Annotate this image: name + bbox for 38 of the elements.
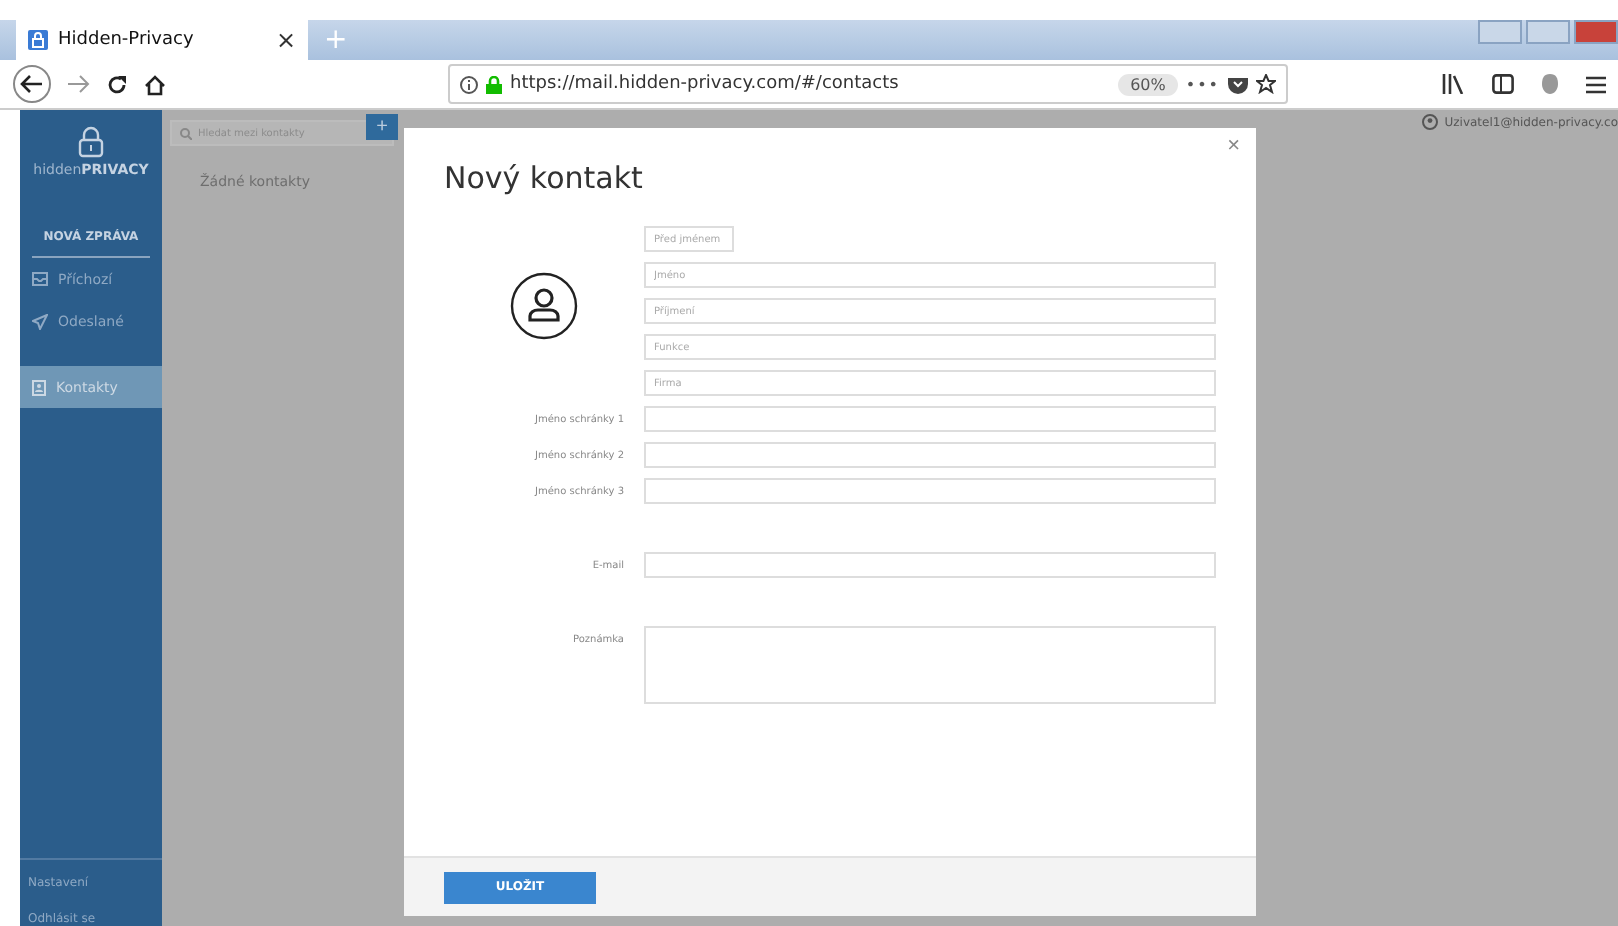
close-window-button[interactable]: [1574, 20, 1618, 44]
maximize-button[interactable]: [1526, 20, 1570, 44]
padlock-icon: [486, 75, 502, 93]
more-button[interactable]: •••: [1185, 75, 1220, 93]
input-field[interactable]: [644, 406, 1216, 432]
reload-icon[interactable]: [106, 73, 128, 95]
forward-icon[interactable]: [68, 74, 90, 94]
avatar-icon: [1422, 114, 1439, 130]
browser-tab[interactable]: Hidden-Privacy ×: [16, 20, 308, 60]
minimize-button[interactable]: [1478, 20, 1522, 44]
input-field[interactable]: [644, 478, 1216, 504]
pocket-icon[interactable]: [1228, 75, 1248, 93]
menu-icon[interactable]: [1586, 75, 1606, 93]
home-icon[interactable]: [144, 73, 166, 95]
input-field[interactable]: [644, 442, 1216, 468]
dialog-title: Nový kontakt: [444, 160, 645, 196]
back-icon[interactable]: [12, 64, 52, 104]
input-field[interactable]: [644, 552, 1216, 578]
send-icon: [32, 313, 48, 329]
note-field[interactable]: [644, 626, 1216, 704]
close-tab-button[interactable]: ×: [275, 26, 296, 54]
user-icon: [510, 272, 578, 340]
zoom-level[interactable]: 60%: [1118, 73, 1178, 95]
address-bar[interactable]: https://mail.hidden-privacy.com/#/contacts 60% •••: [448, 64, 1288, 104]
lock-icon: [28, 30, 48, 50]
add-contact-button[interactable]: +: [366, 114, 398, 140]
close-button[interactable]: ×: [1227, 134, 1240, 158]
library-icon[interactable]: [1442, 74, 1464, 94]
tab-title: Hidden-Privacy: [58, 30, 196, 50]
url-text: https://mail.hidden-privacy.com/#/contacts: [510, 74, 901, 94]
lock-icon: [78, 126, 104, 158]
sidebar-icon[interactable]: [1492, 74, 1514, 94]
search-icon: [180, 127, 192, 139]
shield-icon[interactable]: [1542, 74, 1558, 94]
info-icon: [460, 75, 478, 93]
contacts-icon: [32, 379, 46, 395]
inbox-icon: [32, 272, 48, 286]
star-icon[interactable]: [1256, 74, 1276, 94]
